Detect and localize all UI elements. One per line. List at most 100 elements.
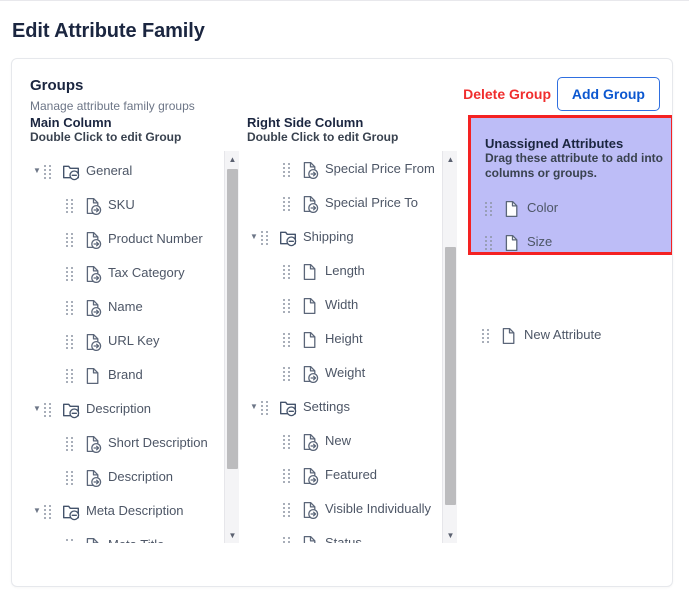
drag-handle-icon[interactable] xyxy=(283,367,293,381)
drag-handle-icon[interactable] xyxy=(283,265,293,279)
file-arrow-icon xyxy=(84,435,102,458)
file-arrow-icon xyxy=(301,433,319,456)
tree-attribute-row[interactable]: Visible Individually xyxy=(247,495,443,529)
tree-attribute-row[interactable]: Name xyxy=(30,293,226,327)
folder-arrow-icon xyxy=(62,503,80,526)
unassigned-dropzone-highlight[interactable]: Unassigned Attributes Drag these attribu… xyxy=(468,115,672,255)
tree-item-label: Color xyxy=(527,200,559,215)
drag-handle-icon[interactable] xyxy=(283,299,293,313)
scroll-up-arrow-icon[interactable]: ▲ xyxy=(443,151,458,167)
drag-handle-icon[interactable] xyxy=(261,231,271,245)
drag-handle-icon[interactable] xyxy=(283,435,293,449)
tree-item-label: Meta Description xyxy=(86,503,184,518)
drag-handle-icon[interactable] xyxy=(261,401,271,415)
drag-handle-icon[interactable] xyxy=(44,165,54,179)
tree-attribute-row[interactable]: Color xyxy=(485,194,667,228)
drag-handle-icon[interactable] xyxy=(66,301,76,315)
drag-handle-icon[interactable] xyxy=(485,236,495,250)
drag-handle-icon[interactable] xyxy=(66,539,76,543)
drag-handle-icon[interactable] xyxy=(283,469,293,483)
tree-attribute-row[interactable]: Featured xyxy=(247,461,443,495)
groups-subheading: Manage attribute family groups xyxy=(30,99,195,113)
tree-item-label: Height xyxy=(325,331,363,346)
tree-item-label: Tax Category xyxy=(108,265,185,280)
tree-group-row[interactable]: ▼ General xyxy=(30,157,226,191)
file-arrow-icon xyxy=(301,535,319,543)
tree-item-label: Weight xyxy=(325,365,366,380)
tree-attribute-row[interactable]: Description xyxy=(30,463,226,497)
delete-group-button[interactable]: Delete Group xyxy=(463,86,551,102)
tree-item-label: Settings xyxy=(303,399,350,414)
tree-attribute-row[interactable]: URL Key xyxy=(30,327,226,361)
tree-attribute-row[interactable]: New Attribute xyxy=(482,321,672,355)
drag-handle-icon[interactable] xyxy=(66,267,76,281)
file-arrow-icon xyxy=(301,195,319,218)
tree-attribute-row[interactable]: Meta Title xyxy=(30,531,226,543)
expand-caret-icon[interactable]: ▼ xyxy=(247,398,261,411)
drag-handle-icon[interactable] xyxy=(283,197,293,211)
tree-attribute-row[interactable]: Height xyxy=(247,325,443,359)
add-group-button[interactable]: Add Group xyxy=(556,77,660,111)
scroll-down-arrow-icon[interactable]: ▼ xyxy=(225,527,240,543)
groups-heading: Groups xyxy=(30,77,84,94)
file-arrow-icon xyxy=(301,365,319,388)
tree-attribute-row[interactable]: Width xyxy=(247,291,443,325)
scrollbar-thumb[interactable] xyxy=(227,169,238,469)
card-header: Groups Manage attribute family groups De… xyxy=(12,59,672,115)
drag-handle-icon[interactable] xyxy=(283,333,293,347)
tree-item-label: Width xyxy=(325,297,359,312)
right-column-scrollbar[interactable]: ▲ ▼ xyxy=(442,151,457,543)
drag-handle-icon[interactable] xyxy=(283,163,293,177)
drag-handle-icon[interactable] xyxy=(283,537,293,543)
drag-handle-icon[interactable] xyxy=(485,202,495,216)
drag-handle-icon[interactable] xyxy=(66,471,76,485)
scroll-down-arrow-icon[interactable]: ▼ xyxy=(443,527,458,543)
expand-caret-icon[interactable]: ▼ xyxy=(247,228,261,241)
expand-caret-icon[interactable]: ▼ xyxy=(30,400,44,413)
tree-attribute-row[interactable]: Size xyxy=(485,228,667,262)
tree-attribute-row[interactable]: Weight xyxy=(247,359,443,393)
drag-handle-icon[interactable] xyxy=(66,437,76,451)
tree-group-row[interactable]: ▼ Settings xyxy=(247,393,443,427)
tree-attribute-row[interactable]: SKU xyxy=(30,191,226,225)
tree-item-label: Size xyxy=(527,234,553,249)
tree-attribute-row[interactable]: Tax Category xyxy=(30,259,226,293)
file-icon xyxy=(301,297,319,320)
file-arrow-icon xyxy=(84,333,102,356)
tree-item-label: Visible Individually xyxy=(325,501,431,516)
tree-attribute-row[interactable]: New xyxy=(247,427,443,461)
tree-group-row[interactable]: ▼ Shipping xyxy=(247,223,443,257)
drag-handle-icon[interactable] xyxy=(66,369,76,383)
drag-handle-icon[interactable] xyxy=(44,403,54,417)
expand-caret-icon[interactable]: ▼ xyxy=(30,502,44,515)
file-icon xyxy=(301,331,319,354)
tree-item-label: Length xyxy=(325,263,365,278)
tree-attribute-row[interactable]: Status xyxy=(247,529,443,543)
drag-handle-icon[interactable] xyxy=(283,503,293,517)
tree-attribute-row[interactable]: Brand xyxy=(30,361,226,395)
file-arrow-icon xyxy=(84,299,102,322)
right-column-tree-viewport: Special Price From Special Price To ▼ Shipp… xyxy=(247,151,467,543)
file-icon xyxy=(500,327,518,350)
tree-attribute-row[interactable]: Special Price To xyxy=(247,189,443,223)
main-column-scrollbar[interactable]: ▲ ▼ xyxy=(224,151,239,543)
drag-handle-icon[interactable] xyxy=(66,199,76,213)
scroll-up-arrow-icon[interactable]: ▲ xyxy=(225,151,240,167)
drag-handle-icon[interactable] xyxy=(482,329,492,343)
scrollbar-thumb[interactable] xyxy=(445,247,456,505)
file-icon xyxy=(301,263,319,286)
tree-group-row[interactable]: ▼ Meta Description xyxy=(30,497,226,531)
tree-attribute-row[interactable]: Product Number xyxy=(30,225,226,259)
drag-handle-icon[interactable] xyxy=(44,505,54,519)
right-column-heading: Right Side Column Double Click to edit G… xyxy=(247,115,467,145)
tree-item-label: SKU xyxy=(108,197,135,212)
tree-attribute-row[interactable]: Length xyxy=(247,257,443,291)
tree-group-row[interactable]: ▼ Description xyxy=(30,395,226,429)
folder-arrow-icon xyxy=(279,229,297,252)
tree-item-label: General xyxy=(86,163,133,178)
tree-attribute-row[interactable]: Short Description xyxy=(30,429,226,463)
drag-handle-icon[interactable] xyxy=(66,233,76,247)
tree-attribute-row[interactable]: Special Price From xyxy=(247,155,443,189)
expand-caret-icon[interactable]: ▼ xyxy=(30,162,44,175)
drag-handle-icon[interactable] xyxy=(66,335,76,349)
